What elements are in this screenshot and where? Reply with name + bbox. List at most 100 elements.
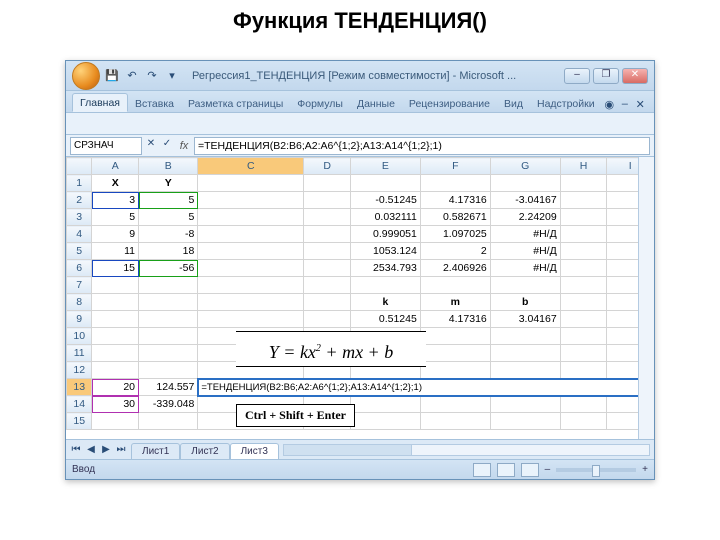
tab-insert[interactable]: Вставка	[128, 95, 181, 112]
row-11[interactable]: 11	[67, 345, 92, 362]
row-9[interactable]: 9	[67, 311, 92, 328]
sheet-nav-prev-icon[interactable]: ◀	[84, 444, 98, 455]
cell[interactable]: #Н/Д	[490, 226, 560, 243]
cell[interactable]: b	[490, 294, 560, 311]
minimize-button[interactable]: –	[564, 68, 590, 84]
cell[interactable]: 2534.793	[350, 260, 420, 277]
cell[interactable]: k	[350, 294, 420, 311]
row-13[interactable]: 13	[67, 379, 92, 396]
cell[interactable]: 4.17316	[420, 311, 490, 328]
accept-formula-icon[interactable]: ✓	[160, 138, 174, 154]
tab-review[interactable]: Рецензирование	[402, 95, 497, 112]
view-pagebreak-button[interactable]	[521, 463, 539, 477]
cell[interactable]: 20	[92, 379, 139, 396]
cell[interactable]: 5	[92, 209, 139, 226]
tab-data[interactable]: Данные	[350, 95, 402, 112]
row-2[interactable]: 2	[67, 192, 92, 209]
cell[interactable]: 2.406926	[420, 260, 490, 277]
horizontal-scrollbar[interactable]	[283, 444, 650, 456]
cell[interactable]	[198, 175, 304, 192]
cell[interactable]: 0.582671	[420, 209, 490, 226]
row-4[interactable]: 4	[67, 226, 92, 243]
cell[interactable]: 18	[139, 243, 198, 260]
sheet-nav-next-icon[interactable]: ▶	[99, 444, 113, 455]
cell[interactable]: 5	[139, 192, 198, 209]
col-H[interactable]: H	[560, 158, 607, 175]
sheet-nav-first-icon[interactable]: ⏮	[69, 444, 83, 455]
sheet-tab-3[interactable]: Лист3	[230, 443, 279, 459]
select-all-corner[interactable]	[67, 158, 92, 175]
cell[interactable]: #Н/Д	[490, 260, 560, 277]
cell[interactable]: 30	[92, 396, 139, 413]
tab-home[interactable]: Главная	[72, 93, 128, 112]
redo-icon[interactable]: ↷	[144, 68, 160, 84]
office-button[interactable]	[72, 62, 100, 90]
cell[interactable]: 5	[139, 209, 198, 226]
row-8[interactable]: 8	[67, 294, 92, 311]
tab-addins[interactable]: Надстройки	[530, 95, 602, 112]
row-10[interactable]: 10	[67, 328, 92, 345]
save-icon[interactable]: 💾	[104, 68, 120, 84]
zoom-out-icon[interactable]: –	[545, 464, 551, 475]
col-G[interactable]: G	[490, 158, 560, 175]
formula-input[interactable]	[194, 137, 650, 155]
tab-layout[interactable]: Разметка страницы	[181, 95, 290, 112]
row-6[interactable]: 6	[67, 260, 92, 277]
cell[interactable]: 3	[92, 192, 139, 209]
col-F[interactable]: F	[420, 158, 490, 175]
tab-formulas[interactable]: Формулы	[290, 95, 350, 112]
cell[interactable]: 124.557	[139, 379, 198, 396]
cell[interactable]: 1.097025	[420, 226, 490, 243]
cell[interactable]: -339.048	[139, 396, 198, 413]
row-1[interactable]: 1	[67, 175, 92, 192]
col-B[interactable]: B	[139, 158, 198, 175]
cell[interactable]: 4.17316	[420, 192, 490, 209]
qat-dropdown-icon[interactable]: ▾	[164, 68, 180, 84]
col-A[interactable]: A	[92, 158, 139, 175]
name-box[interactable]	[70, 137, 142, 155]
cell[interactable]: m	[420, 294, 490, 311]
sheet-tab-1[interactable]: Лист1	[131, 443, 180, 459]
row-5[interactable]: 5	[67, 243, 92, 260]
active-cell[interactable]: =ТЕНДЕНЦИЯ(B2:B6;A2:A6^{1;2};A13:A14^{1;…	[198, 379, 654, 396]
cell[interactable]: 0.032111	[350, 209, 420, 226]
view-normal-button[interactable]	[473, 463, 491, 477]
zoom-in-icon[interactable]: +	[642, 464, 648, 475]
cell[interactable]: Y	[139, 175, 198, 192]
cell[interactable]: -0.51245	[350, 192, 420, 209]
col-D[interactable]: D	[304, 158, 351, 175]
cell[interactable]: 2.24209	[490, 209, 560, 226]
sheet-nav-last-icon[interactable]: ⏭	[114, 444, 128, 455]
cell[interactable]: -3.04167	[490, 192, 560, 209]
cell[interactable]: 11	[92, 243, 139, 260]
fx-icon[interactable]: fx	[176, 140, 192, 152]
maximize-button[interactable]: ❐	[593, 68, 619, 84]
zoom-slider[interactable]	[556, 468, 636, 472]
row-3[interactable]: 3	[67, 209, 92, 226]
row-12[interactable]: 12	[67, 362, 92, 379]
tab-view[interactable]: Вид	[497, 95, 530, 112]
row-14[interactable]: 14	[67, 396, 92, 413]
cell[interactable]: 15	[92, 260, 139, 277]
cell[interactable]: 1053.124	[350, 243, 420, 260]
col-E[interactable]: E	[350, 158, 420, 175]
cell[interactable]: -8	[139, 226, 198, 243]
sheet-tab-2[interactable]: Лист2	[180, 443, 229, 459]
cell[interactable]: X	[92, 175, 139, 192]
row-7[interactable]: 7	[67, 277, 92, 294]
cell[interactable]: -56	[139, 260, 198, 277]
cancel-formula-icon[interactable]: ✕	[144, 138, 158, 154]
view-layout-button[interactable]	[497, 463, 515, 477]
col-C[interactable]: C	[198, 158, 304, 175]
cell[interactable]: 2	[420, 243, 490, 260]
cell[interactable]: 0.999051	[350, 226, 420, 243]
cell[interactable]: 3.04167	[490, 311, 560, 328]
help-icon[interactable]: ◉	[602, 96, 617, 112]
row-15[interactable]: 15	[67, 413, 92, 430]
minimize-ribbon-icon[interactable]: –	[617, 96, 632, 112]
doc-close-icon[interactable]: ✕	[633, 96, 648, 112]
cell[interactable]: 9	[92, 226, 139, 243]
undo-icon[interactable]: ↶	[124, 68, 140, 84]
cell[interactable]: 0.51245	[350, 311, 420, 328]
close-button[interactable]: ✕	[622, 68, 648, 84]
